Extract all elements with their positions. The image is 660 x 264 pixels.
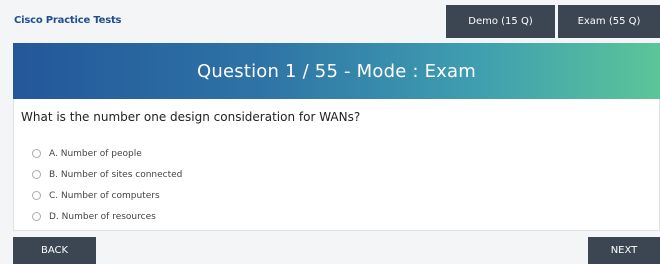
question-counter-title: Question 1 / 55 - Mode : Exam bbox=[197, 60, 476, 82]
question-panel: What is the number one design considerat… bbox=[13, 99, 660, 231]
answer-option-label: D. Number of resources bbox=[49, 211, 156, 222]
next-button[interactable]: NEXT bbox=[588, 237, 660, 264]
demo-mode-button[interactable]: Demo (15 Q) bbox=[446, 5, 555, 38]
answer-option-label: B. Number of sites connected bbox=[49, 169, 183, 180]
answer-options: A. Number of people B. Number of sites c… bbox=[32, 143, 182, 227]
question-banner: Question 1 / 55 - Mode : Exam bbox=[13, 43, 660, 99]
radio-button-icon[interactable] bbox=[32, 149, 41, 158]
answer-option-c[interactable]: C. Number of computers bbox=[32, 185, 182, 206]
radio-button-icon[interactable] bbox=[32, 170, 41, 179]
back-button[interactable]: BACK bbox=[13, 237, 96, 264]
answer-option-d[interactable]: D. Number of resources bbox=[32, 206, 182, 227]
answer-option-a[interactable]: A. Number of people bbox=[32, 143, 182, 164]
exam-mode-button[interactable]: Exam (55 Q) bbox=[558, 5, 660, 38]
radio-button-icon[interactable] bbox=[32, 212, 41, 221]
question-text: What is the number one design considerat… bbox=[21, 110, 361, 124]
brand-title: Cisco Practice Tests bbox=[14, 15, 122, 26]
radio-button-icon[interactable] bbox=[32, 191, 41, 200]
answer-option-b[interactable]: B. Number of sites connected bbox=[32, 164, 182, 185]
answer-option-label: C. Number of computers bbox=[49, 190, 160, 201]
answer-option-label: A. Number of people bbox=[49, 148, 142, 159]
